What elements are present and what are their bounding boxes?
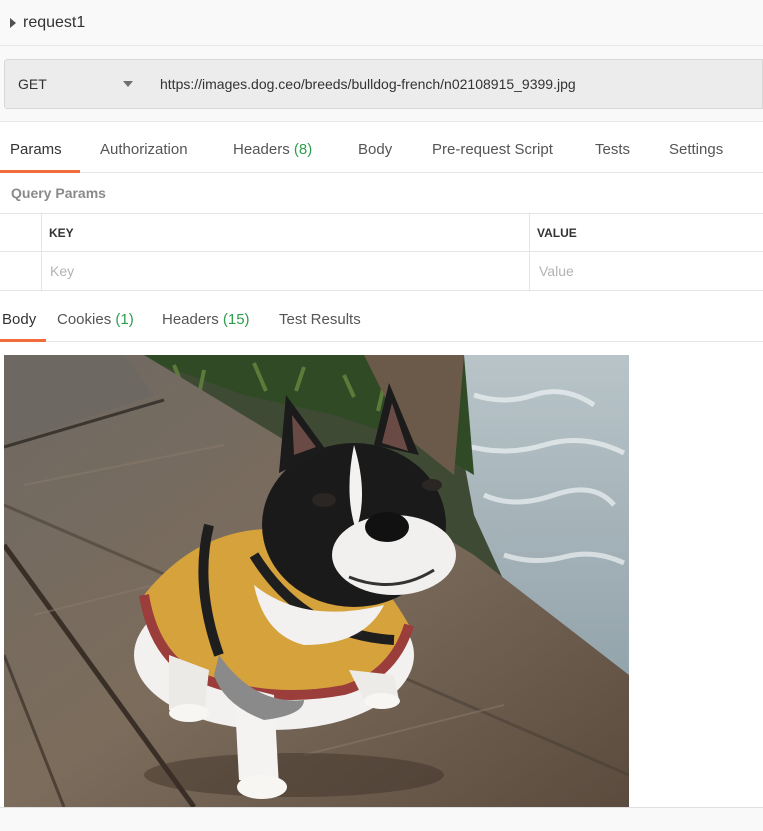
response-image — [4, 355, 629, 807]
tab-authorization[interactable]: Authorization — [100, 128, 188, 172]
tab-label: Authorization — [100, 141, 188, 158]
method-select[interactable]: GET — [4, 59, 148, 109]
tab-label: Body — [2, 311, 37, 328]
query-params-heading: Query Params — [11, 185, 106, 201]
value-input[interactable]: Value — [539, 263, 574, 279]
tab-pre-request-script[interactable]: Pre-request Script — [432, 128, 553, 172]
tab-label: Body — [358, 141, 393, 158]
request-title-bar: request1 — [0, 0, 763, 46]
tab-tests[interactable]: Tests — [595, 128, 630, 172]
tab-label: Headers — [233, 141, 290, 158]
url-text: https://images.dog.ceo/breeds/bulldog-fr… — [160, 76, 576, 92]
response-tabs: Body Cookies (1) Headers (15) Test Resul… — [0, 299, 763, 342]
params-header-row — [0, 214, 763, 252]
tab-label: Params — [10, 141, 62, 158]
response-tab-test-results[interactable]: Test Results — [279, 299, 361, 341]
tab-count-badge: (1) — [115, 311, 134, 328]
key-column-header: KEY — [49, 226, 74, 240]
tab-params[interactable]: Params — [0, 128, 80, 173]
tab-settings[interactable]: Settings — [669, 128, 723, 172]
key-input[interactable]: Key — [50, 263, 74, 279]
url-input[interactable]: https://images.dog.ceo/breeds/bulldog-fr… — [147, 59, 763, 109]
tab-label: Cookies — [57, 311, 112, 328]
tab-label: Test Results — [279, 311, 361, 328]
chevron-down-icon — [123, 81, 133, 87]
request-name[interactable]: request1 — [23, 14, 85, 32]
response-tab-headers[interactable]: Headers (15) — [162, 299, 250, 341]
tab-headers[interactable]: Headers (8) — [233, 128, 312, 172]
french-bulldog-photo — [4, 355, 629, 807]
tab-count-badge: (8) — [293, 141, 313, 158]
tab-label: Tests — [595, 141, 631, 158]
column-divider — [529, 214, 530, 291]
bottom-panel-edge — [0, 807, 763, 831]
expand-caret-icon[interactable] — [10, 17, 16, 28]
request-tabs: Params Authorization Headers (8) Body Pr… — [0, 128, 763, 173]
response-tab-body[interactable]: Body — [0, 299, 47, 342]
value-column-header: VALUE — [537, 226, 577, 240]
tab-label: Pre-request Script — [432, 141, 553, 158]
tab-count-badge: (15) — [222, 311, 250, 328]
tab-body[interactable]: Body — [358, 128, 392, 172]
tab-label: Headers — [162, 311, 219, 328]
url-row: GET https://images.dog.ceo/breeds/bulldo… — [0, 46, 763, 122]
column-divider — [41, 214, 42, 291]
params-table: KEY VALUE Key Value — [0, 213, 763, 291]
response-tab-cookies[interactable]: Cookies (1) — [57, 299, 134, 341]
method-label: GET — [18, 76, 47, 92]
tab-label: Settings — [669, 141, 724, 158]
